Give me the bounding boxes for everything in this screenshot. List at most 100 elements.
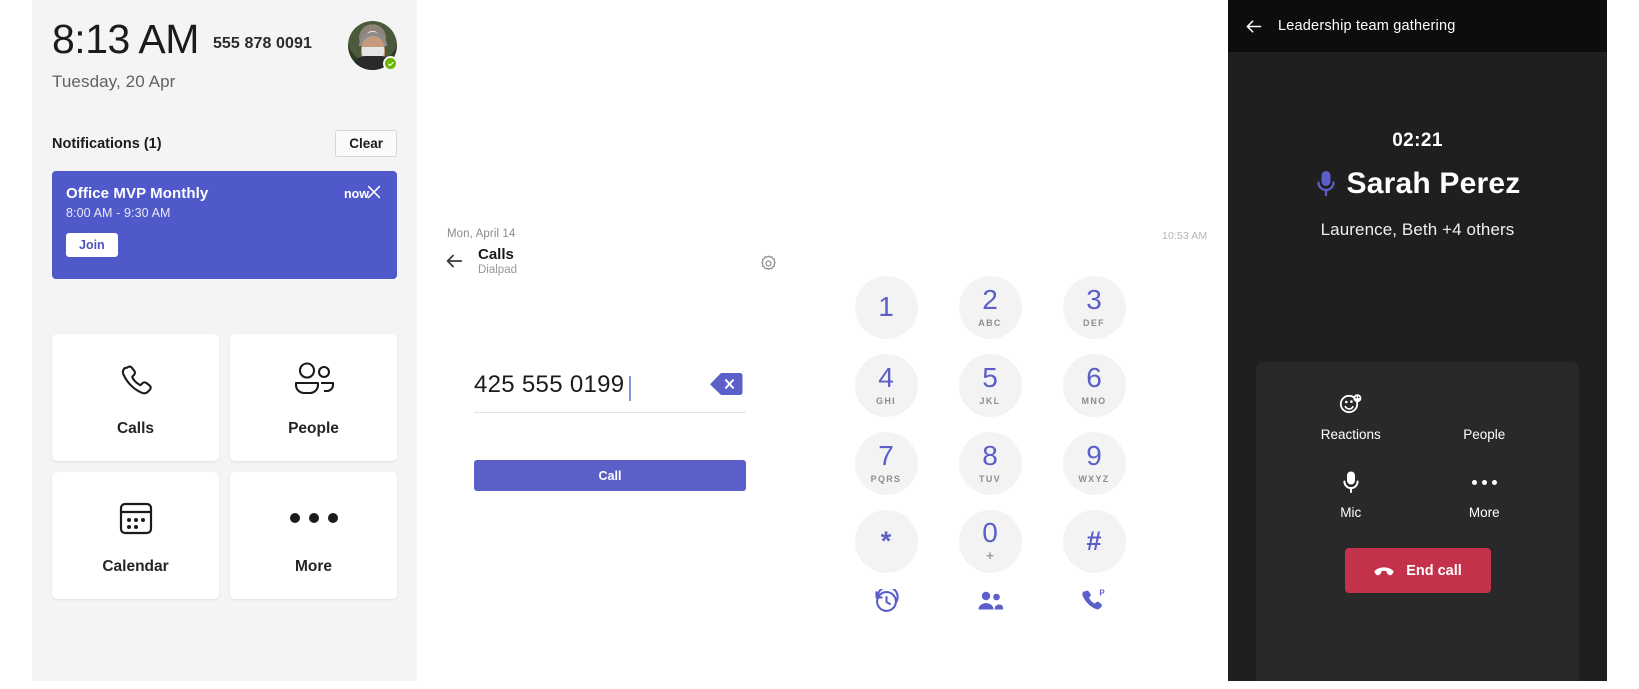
phone-icon xyxy=(114,357,158,403)
dialpad-key-star[interactable]: * xyxy=(834,502,938,580)
dialpad-panel: Mon, April 14 Calls Dialpad 425 555 0199 xyxy=(417,0,1174,689)
presence-available-icon xyxy=(383,56,398,71)
active-speaker-name: Sarah Perez xyxy=(1346,167,1521,200)
key-digit: 2 xyxy=(982,284,998,315)
reactions-icon xyxy=(1339,392,1363,416)
key-digit: * xyxy=(880,525,892,556)
device-phone-number: 555 878 0091 xyxy=(212,35,313,52)
key-digit: 7 xyxy=(878,440,894,471)
key-digit: 1 xyxy=(878,291,894,322)
tile-label: People xyxy=(288,420,339,437)
key-digit: 8 xyxy=(982,440,998,471)
key-letters: JKL xyxy=(979,396,1001,406)
dialpad-header: Calls Dialpad xyxy=(442,246,517,276)
people-button[interactable]: People xyxy=(1418,392,1552,442)
dialpad-date: Mon, April 14 xyxy=(447,228,516,240)
call-duration: 02:21 xyxy=(1392,130,1443,151)
avatar[interactable] xyxy=(348,21,398,71)
key-plus: + xyxy=(986,548,994,563)
tile-more[interactable]: More xyxy=(230,472,397,599)
back-arrow-icon[interactable] xyxy=(1242,15,1264,37)
dialpad-key-3[interactable]: 3 DEF xyxy=(1042,268,1146,346)
microphone-icon xyxy=(1315,169,1337,199)
dialpad-key-hash[interactable]: # xyxy=(1042,502,1146,580)
key-letters: MNO xyxy=(1081,396,1107,406)
call-button[interactable]: Call xyxy=(474,460,746,491)
people-icon xyxy=(1471,392,1497,416)
call-topbar: Leadership team gathering xyxy=(1228,0,1607,52)
notification-title: Office MVP Monthly xyxy=(66,185,209,202)
key-digit: 5 xyxy=(982,362,998,393)
home-panel: 8:13 AM 555 878 0091 Tuesday, 20 Apr Not… xyxy=(32,0,417,681)
call-body: 02:21 Sarah Perez Laurence, Beth +4 othe… xyxy=(1228,52,1607,681)
call-participants: Laurence, Beth +4 others xyxy=(1320,220,1515,239)
control-label: More xyxy=(1468,505,1500,520)
current-time: 8:13 AM xyxy=(52,16,199,62)
dialpad-key-2[interactable]: 2 ABC xyxy=(938,268,1042,346)
key-digit: 4 xyxy=(878,362,894,393)
notifications-header: Notifications (1) Clear xyxy=(52,130,397,157)
clock-row: 8:13 AM 555 878 0091 xyxy=(52,16,398,71)
end-call-button[interactable]: End call xyxy=(1344,548,1491,593)
dialpad-keys: 1 2 ABC 3 DEF 4 GHI 5 JKL 6 MNO 7 PQRS 8… xyxy=(834,268,1146,580)
call-history-icon[interactable] xyxy=(834,580,938,622)
people-icon xyxy=(290,357,338,403)
key-digit: # xyxy=(1086,525,1102,556)
tile-people[interactable]: People xyxy=(230,334,397,461)
hangup-icon xyxy=(1373,560,1395,582)
tile-calls[interactable]: Calls xyxy=(52,334,219,461)
in-call-panel: Leadership team gathering 02:21 Sarah Pe… xyxy=(1228,0,1607,681)
notification-card[interactable]: Office MVP Monthly now 8:00 AM - 9:30 AM… xyxy=(52,171,397,279)
microphone-icon xyxy=(1342,470,1360,494)
gear-icon[interactable] xyxy=(756,251,780,275)
key-digit: 9 xyxy=(1086,440,1102,471)
dialpad-title: Calls xyxy=(478,246,514,263)
home-tiles: Calls People Calendar More xyxy=(52,334,397,599)
dialpad-actions: P xyxy=(834,580,1146,622)
svg-text:P: P xyxy=(1099,589,1105,598)
parked-calls-icon[interactable]: P xyxy=(1042,580,1146,622)
notifications-title: Notifications (1) xyxy=(52,135,162,152)
notification-subtitle: 8:00 AM - 9:30 AM xyxy=(66,206,171,220)
close-icon[interactable] xyxy=(363,181,385,203)
dialpad-key-7[interactable]: 7 PQRS xyxy=(834,424,938,502)
phone-number-field[interactable]: 425 555 0199 xyxy=(474,371,746,413)
key-letters: GHI xyxy=(876,396,896,406)
clear-notifications-button[interactable]: Clear xyxy=(335,130,397,157)
control-label: Reactions xyxy=(1320,427,1381,442)
back-arrow-icon[interactable] xyxy=(442,249,466,273)
mic-button[interactable]: Mic xyxy=(1284,470,1418,520)
reactions-button[interactable]: Reactions xyxy=(1284,392,1418,442)
dialpad-key-5[interactable]: 5 JKL xyxy=(938,346,1042,424)
dialpad-key-0[interactable]: 0 + xyxy=(938,502,1042,580)
tile-label: More xyxy=(294,558,333,575)
key-digit: 6 xyxy=(1086,362,1102,393)
backspace-icon[interactable] xyxy=(709,371,743,397)
dialpad-subtitle: Dialpad xyxy=(478,264,517,277)
key-digit: 3 xyxy=(1086,284,1102,315)
dialpad-key-9[interactable]: 9 WXYZ xyxy=(1042,424,1146,502)
join-meeting-button[interactable]: Join xyxy=(66,233,118,257)
dialpad-key-6[interactable]: 6 MNO xyxy=(1042,346,1146,424)
dialpad-key-4[interactable]: 4 GHI xyxy=(834,346,938,424)
control-label: Mic xyxy=(1340,505,1362,520)
screenshot-root: 8:13 AM 555 878 0091 Tuesday, 20 Apr Not… xyxy=(0,0,1639,689)
tile-calendar[interactable]: Calendar xyxy=(52,472,219,599)
key-letters: TUV xyxy=(979,474,1001,484)
side-timestamp: 10:53 AM xyxy=(1162,230,1208,242)
key-letters: PQRS xyxy=(870,474,902,484)
more-button[interactable]: More xyxy=(1418,470,1552,520)
key-digit: 0 xyxy=(982,517,998,548)
call-title: Leadership team gathering xyxy=(1278,18,1456,34)
call-controls-card: Reactions People Mic More End call xyxy=(1256,362,1579,681)
key-letters: DEF xyxy=(1083,318,1105,328)
phone-number-value: 425 555 0199 xyxy=(474,371,625,398)
key-letters: ABC xyxy=(978,318,1002,328)
dialpad-key-8[interactable]: 8 TUV xyxy=(938,424,1042,502)
calendar-icon xyxy=(114,495,158,541)
dialpad-key-1[interactable]: 1 xyxy=(834,268,938,346)
text-caret xyxy=(629,375,631,401)
tile-label: Calendar xyxy=(102,558,169,575)
contacts-icon[interactable] xyxy=(938,580,1042,622)
active-speaker: Sarah Perez xyxy=(1228,167,1607,201)
